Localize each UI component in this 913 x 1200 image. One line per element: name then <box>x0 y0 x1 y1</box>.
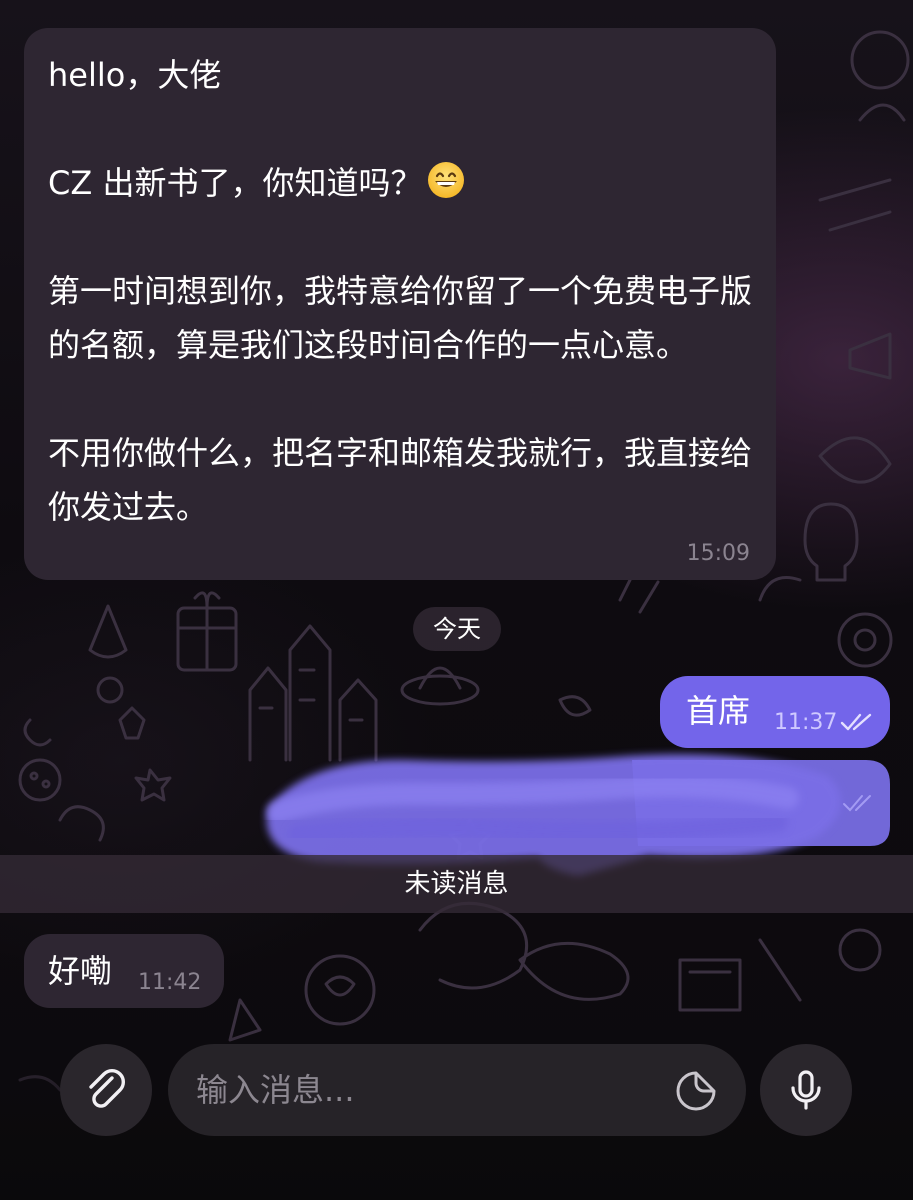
message-line: 不用你做什么，把名字和邮箱发我就行，我直接给你发过去。 <box>48 434 753 526</box>
message-line: hello，大佬 <box>48 56 222 94</box>
message-timestamp: 15:09 <box>686 541 750 566</box>
message-input-container[interactable] <box>168 1044 746 1136</box>
message-line: 第一时间想到你，我特意给你留了一个免费电子版的名额，算是我们这段时间合作的一点心… <box>48 272 753 364</box>
sticker-icon[interactable] <box>672 1067 720 1115</box>
outgoing-message-text: 首席 <box>686 692 751 730</box>
incoming-message-text: 好嘞 <box>48 952 113 990</box>
read-double-check-icon <box>840 713 872 731</box>
message-timestamp: 11:42 <box>138 970 202 995</box>
message-input[interactable] <box>196 1044 666 1136</box>
message-line: CZ 出新书了，你知道吗？ <box>48 164 423 202</box>
message-timestamp: 11:37 <box>774 710 838 735</box>
unread-messages-divider: 未读消息 <box>0 855 913 913</box>
microphone-icon <box>791 1070 821 1110</box>
paperclip-icon <box>89 1069 125 1108</box>
incoming-message-bubble[interactable]: hello，大佬 CZ 出新书了，你知道吗？ 第一时间想到你，我特意给你留了一个… <box>24 28 776 580</box>
voice-message-button[interactable] <box>760 1044 852 1136</box>
attach-button[interactable] <box>60 1044 152 1136</box>
incoming-message-text: hello，大佬 CZ 出新书了，你知道吗？ 第一时间想到你，我特意给你留了一个… <box>48 48 758 534</box>
incoming-message-bubble[interactable]: 好嘞 11:42 <box>24 934 224 1008</box>
date-separator: 今天 <box>413 607 501 651</box>
grinning-face-emoji-icon <box>428 162 465 198</box>
